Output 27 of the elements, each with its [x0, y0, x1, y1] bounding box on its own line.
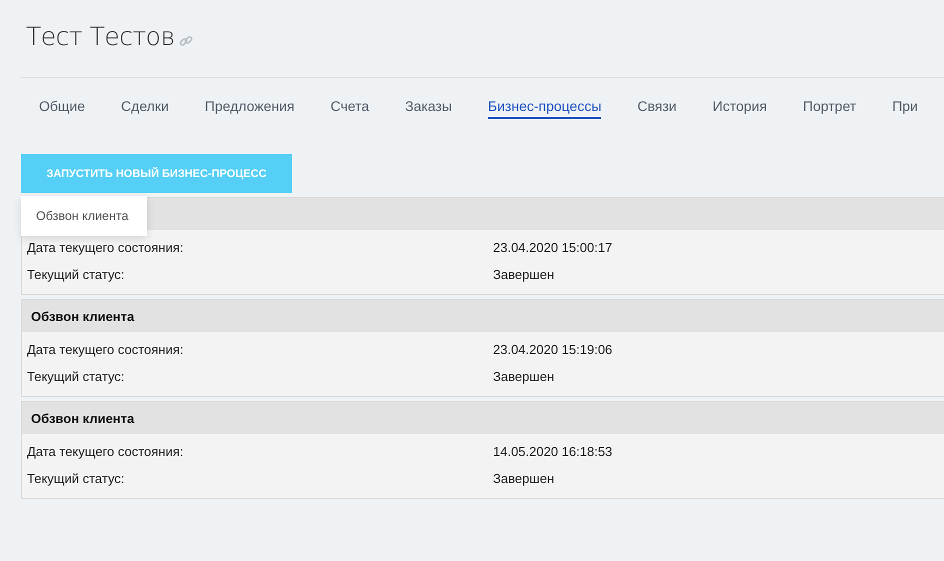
tab[interactable]: При: [874, 96, 936, 119]
process-title: Обзвон клиента: [31, 308, 134, 324]
link-icon[interactable]: [178, 34, 193, 48]
tab[interactable]: Сделки: [103, 96, 187, 119]
tab[interactable]: История: [694, 96, 785, 119]
field-value: 23.04.2020 15:19:06: [493, 342, 612, 356]
menu-item[interactable]: Обзвон клиента: [21, 209, 128, 223]
tab[interactable]: Связи: [619, 96, 695, 119]
field-value: Завершен: [493, 470, 554, 486]
tab[interactable]: Портрет: [784, 96, 874, 119]
tab[interactable]: Заказы: [387, 96, 470, 119]
field-label: Дата текущего состояния:: [26, 342, 184, 356]
field-label: Текущий статус:: [26, 266, 126, 282]
field-value: 14.05.2020 16:18:53: [493, 444, 612, 458]
field-label: Текущий статус:: [26, 470, 126, 486]
field-label: Дата текущего состояния:: [26, 240, 184, 254]
field-value: Завершен: [493, 266, 554, 282]
field-value: Завершен: [493, 368, 554, 384]
field-value: 23.04.2020 15:00:17: [493, 240, 612, 254]
tab[interactable]: Предложения: [186, 96, 313, 119]
contact-title: Тест Тестов: [26, 22, 175, 51]
field-label: Текущий статус:: [26, 368, 126, 384]
tab[interactable]: Счета: [312, 96, 388, 119]
tab[interactable]: Общие: [21, 96, 104, 119]
field-label: Дата текущего состояния:: [26, 444, 184, 458]
tab[interactable]: Бизнес-процессы: [470, 96, 620, 119]
process-title: Обзвон клиента: [31, 410, 134, 426]
